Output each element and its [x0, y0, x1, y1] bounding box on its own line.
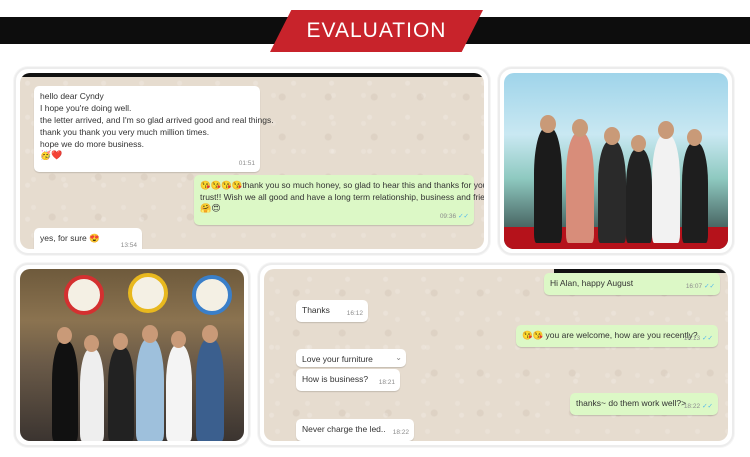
- message-line: the letter arrived, and I'm so glad arri…: [40, 115, 274, 125]
- message-time: 13:54: [120, 242, 137, 249]
- message-bubble-incoming: hello dear Cyndy I hope you're doing wel…: [34, 86, 274, 172]
- emoji-line: 🥳❤️: [40, 151, 63, 161]
- message-line: 😘😘😘😘thank you so much honey, so glad to …: [200, 180, 484, 190]
- message-time-text: 16:13: [683, 335, 701, 342]
- message-time: 01:51: [238, 160, 255, 167]
- message-time: 16:07 ✓✓: [686, 281, 715, 293]
- message-text: Love your furniture: [302, 354, 373, 364]
- emoji-line: 🤗😍: [200, 204, 221, 214]
- message-bubble-incoming: How is business? 18:21: [296, 369, 400, 391]
- message-time: 09:36 ✓✓: [440, 211, 469, 223]
- chat-screenshot-2: Hi Alan, happy August 16:07 ✓✓ Thanks 16:…: [258, 263, 734, 447]
- chat-background: Hi Alan, happy August 16:07 ✓✓ Thanks 16:…: [264, 269, 728, 441]
- message-bubble-incoming: yes, for sure 😍 13:54: [34, 228, 142, 249]
- message-line: I hope you're doing well.: [40, 103, 132, 113]
- message-time: 18:22 ✓✓: [684, 401, 713, 413]
- showroom-image: [504, 73, 728, 249]
- message-line: hello dear Cyndy: [40, 91, 104, 101]
- message-line: hope we do more business.: [40, 139, 144, 149]
- window-top-strip: [20, 73, 484, 77]
- message-time-text: 09:36: [439, 213, 457, 220]
- message-bubble-outgoing: Hi Alan, happy August 16:07 ✓✓: [544, 273, 720, 295]
- message-line: trust!! Wish we all good and have a long…: [200, 192, 484, 202]
- message-time: 18:21: [378, 379, 395, 386]
- page-title: EVALUATION: [306, 19, 447, 42]
- chat-background: hello dear Cyndy I hope you're doing wel…: [20, 73, 484, 249]
- message-time: 16:12: [346, 310, 363, 317]
- customer-photo-showroom: [498, 67, 734, 255]
- chat-screenshot-1: hello dear Cyndy I hope you're doing wel…: [14, 67, 490, 255]
- chevron-down-icon[interactable]: ⌄: [395, 352, 402, 364]
- shop-image: [20, 269, 244, 441]
- message-bubble-incoming: Thanks 16:12: [296, 300, 368, 322]
- message-time-text: 18:22: [683, 403, 701, 410]
- read-receipt-icon: ✓✓: [704, 283, 715, 290]
- customer-photo-shop: [14, 263, 250, 447]
- message-bubble-outgoing: thanks~ do them work well?> 18:22 ✓✓: [570, 393, 718, 415]
- message-bubble-incoming: Never charge the led.. 18:22: [296, 419, 414, 441]
- message-time: 18:22: [392, 429, 409, 436]
- message-time: 16:13 ✓✓: [684, 333, 713, 345]
- message-time-text: 16:07: [685, 283, 703, 290]
- message-bubble-incoming: Love your furniture ⌄: [296, 349, 406, 367]
- read-receipt-icon: ✓✓: [702, 335, 713, 342]
- evaluation-banner: EVALUATION: [270, 10, 483, 52]
- message-bubble-outgoing: 😘😘 you are welcome, how are you recently…: [516, 325, 718, 347]
- read-receipt-icon: ✓✓: [458, 213, 469, 220]
- message-bubble-outgoing: 😘😘😘😘thank you so much honey, so glad to …: [194, 175, 484, 225]
- read-receipt-icon: ✓✓: [702, 403, 713, 410]
- message-line: thank you thank you very much million ti…: [40, 127, 210, 137]
